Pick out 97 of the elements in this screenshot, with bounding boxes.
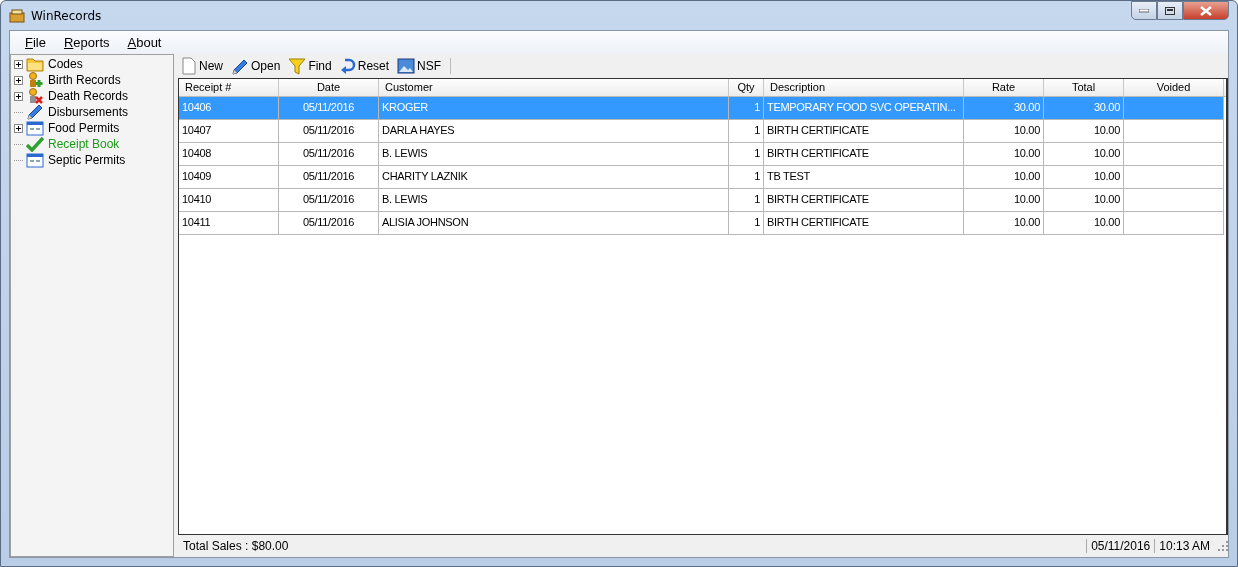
table-cell: 05/11/2016	[279, 120, 379, 142]
page-icon	[181, 57, 197, 75]
expand-icon[interactable]	[14, 123, 23, 133]
toolbar-button[interactable]: NSF	[394, 57, 445, 75]
undo-icon	[339, 57, 356, 75]
expand-icon[interactable]	[14, 91, 23, 101]
table-cell: 10.00	[1044, 212, 1124, 234]
toolbar-button[interactable]: New	[178, 57, 226, 75]
person-add-icon	[26, 72, 44, 88]
column-header[interactable]: Receipt #	[179, 79, 279, 96]
table-cell: 1	[729, 189, 764, 211]
column-header[interactable]: Rate	[964, 79, 1044, 96]
table-cell: 30.00	[964, 97, 1044, 119]
table-cell: TEMPORARY FOOD SVC OPERATIN...	[764, 97, 964, 119]
table-cell: 10.00	[1044, 143, 1124, 165]
table-cell: 1	[729, 212, 764, 234]
table-cell: 10.00	[964, 143, 1044, 165]
table-cell: BIRTH CERTIFICATE	[764, 120, 964, 142]
app-icon	[9, 8, 25, 23]
form-icon	[26, 120, 44, 136]
table-cell: 10.00	[964, 166, 1044, 188]
table-cell: 05/11/2016	[279, 212, 379, 234]
table-cell: 10.00	[964, 189, 1044, 211]
tree-item[interactable]: Food Permits	[47, 121, 121, 135]
table-cell: 10411	[179, 212, 279, 234]
table-row[interactable]: 10408 05/11/2016 B. LEWIS 1 BIRTH CERTIFICATE 10.00 10.00	[179, 143, 1224, 166]
form-icon	[26, 152, 44, 168]
table-cell: 10.00	[964, 120, 1044, 142]
table-cell: 1	[729, 143, 764, 165]
table-cell: 10.00	[1044, 189, 1124, 211]
table-cell: BIRTH CERTIFICATE	[764, 143, 964, 165]
table-cell: 1	[729, 97, 764, 119]
table-cell: 10.00	[964, 212, 1044, 234]
table-cell: 10407	[179, 120, 279, 142]
menu-item[interactable]: About	[120, 34, 169, 50]
column-header[interactable]: Date	[279, 79, 379, 96]
table-cell: B. LEWIS	[379, 143, 729, 165]
status-date: 05/11/2016	[1086, 539, 1155, 553]
table-row[interactable]: 10407 05/11/2016 DARLA HAYES 1 BIRTH CERTIFICATE 10.00 10.00	[179, 120, 1224, 143]
table-cell: ALISIA JOHNSON	[379, 212, 729, 234]
table-cell: TB TEST	[764, 166, 964, 188]
table-cell: 10.00	[1044, 166, 1124, 188]
column-header[interactable]: Qty	[729, 79, 764, 96]
menu-item[interactable]: File	[18, 34, 53, 50]
table-cell: DARLA HAYES	[379, 120, 729, 142]
tree-item[interactable]: Disbursements	[47, 105, 130, 119]
expand-icon[interactable]	[14, 59, 23, 69]
check-icon	[26, 136, 44, 152]
tree-item[interactable]: Codes	[47, 57, 84, 71]
tree-item[interactable]: Death Records	[47, 89, 130, 103]
column-header[interactable]: Total	[1044, 79, 1124, 96]
table-cell: 05/11/2016	[279, 143, 379, 165]
minimize-icon	[1139, 8, 1149, 13]
person-remove-icon	[26, 88, 44, 104]
table-cell: 10408	[179, 143, 279, 165]
table-cell: CHARITY LAZNIK	[379, 166, 729, 188]
resize-grip-icon	[1218, 541, 1228, 551]
table-cell: BIRTH CERTIFICATE	[764, 212, 964, 234]
expand-icon[interactable]	[14, 75, 23, 85]
table-cell: 1	[729, 166, 764, 188]
maximize-button[interactable]	[1157, 1, 1183, 20]
pencil-icon	[231, 57, 249, 75]
maximize-icon	[1165, 6, 1175, 15]
table-cell: 10410	[179, 189, 279, 211]
table-cell: B. LEWIS	[379, 189, 729, 211]
table-cell: 10409	[179, 166, 279, 188]
column-header[interactable]: Customer	[379, 79, 729, 96]
table-cell: 1	[729, 120, 764, 142]
column-header[interactable]: Description	[764, 79, 964, 96]
close-icon	[1200, 5, 1212, 16]
close-button[interactable]	[1183, 1, 1229, 20]
menu-item[interactable]: Reports	[56, 34, 117, 50]
folder-icon	[26, 56, 44, 72]
toolbar-button[interactable]: Find	[285, 57, 335, 75]
tree-item[interactable]: Birth Records	[47, 73, 122, 87]
table-cell: 10.00	[1044, 120, 1124, 142]
funnel-icon	[288, 57, 307, 75]
table-cell: BIRTH CERTIFICATE	[764, 189, 964, 211]
status-time: 10:13 AM	[1154, 539, 1214, 553]
total-sales-text: Total Sales : $80.00	[182, 539, 289, 553]
toolbar-button[interactable]: Reset	[336, 57, 393, 75]
pencil-icon	[26, 104, 44, 120]
table-cell: 30.00	[1044, 97, 1124, 119]
toolbar-button[interactable]: Open	[228, 57, 284, 75]
table-row[interactable]: 10409 05/11/2016 CHARITY LAZNIK 1 TB TEST 10.00 10.00	[179, 166, 1224, 189]
window-title: WinRecords	[31, 8, 102, 23]
table-cell: 05/11/2016	[279, 97, 379, 119]
column-header[interactable]: Voided	[1124, 79, 1224, 96]
tree-item[interactable]: Septic Permits	[47, 153, 127, 167]
table-row[interactable]: 10410 05/11/2016 B. LEWIS 1 BIRTH CERTIFICATE 10.00 10.00	[179, 189, 1224, 212]
minimize-button[interactable]	[1131, 1, 1157, 20]
table-cell: 10406	[179, 97, 279, 119]
table-cell: 05/11/2016	[279, 189, 379, 211]
table-row[interactable]: 10411 05/11/2016 ALISIA JOHNSON 1 BIRTH CERTIFICATE 10.00 10.00	[179, 212, 1224, 235]
table-cell: KROGER	[379, 97, 729, 119]
image-icon	[397, 57, 416, 75]
table-cell: 05/11/2016	[279, 166, 379, 188]
